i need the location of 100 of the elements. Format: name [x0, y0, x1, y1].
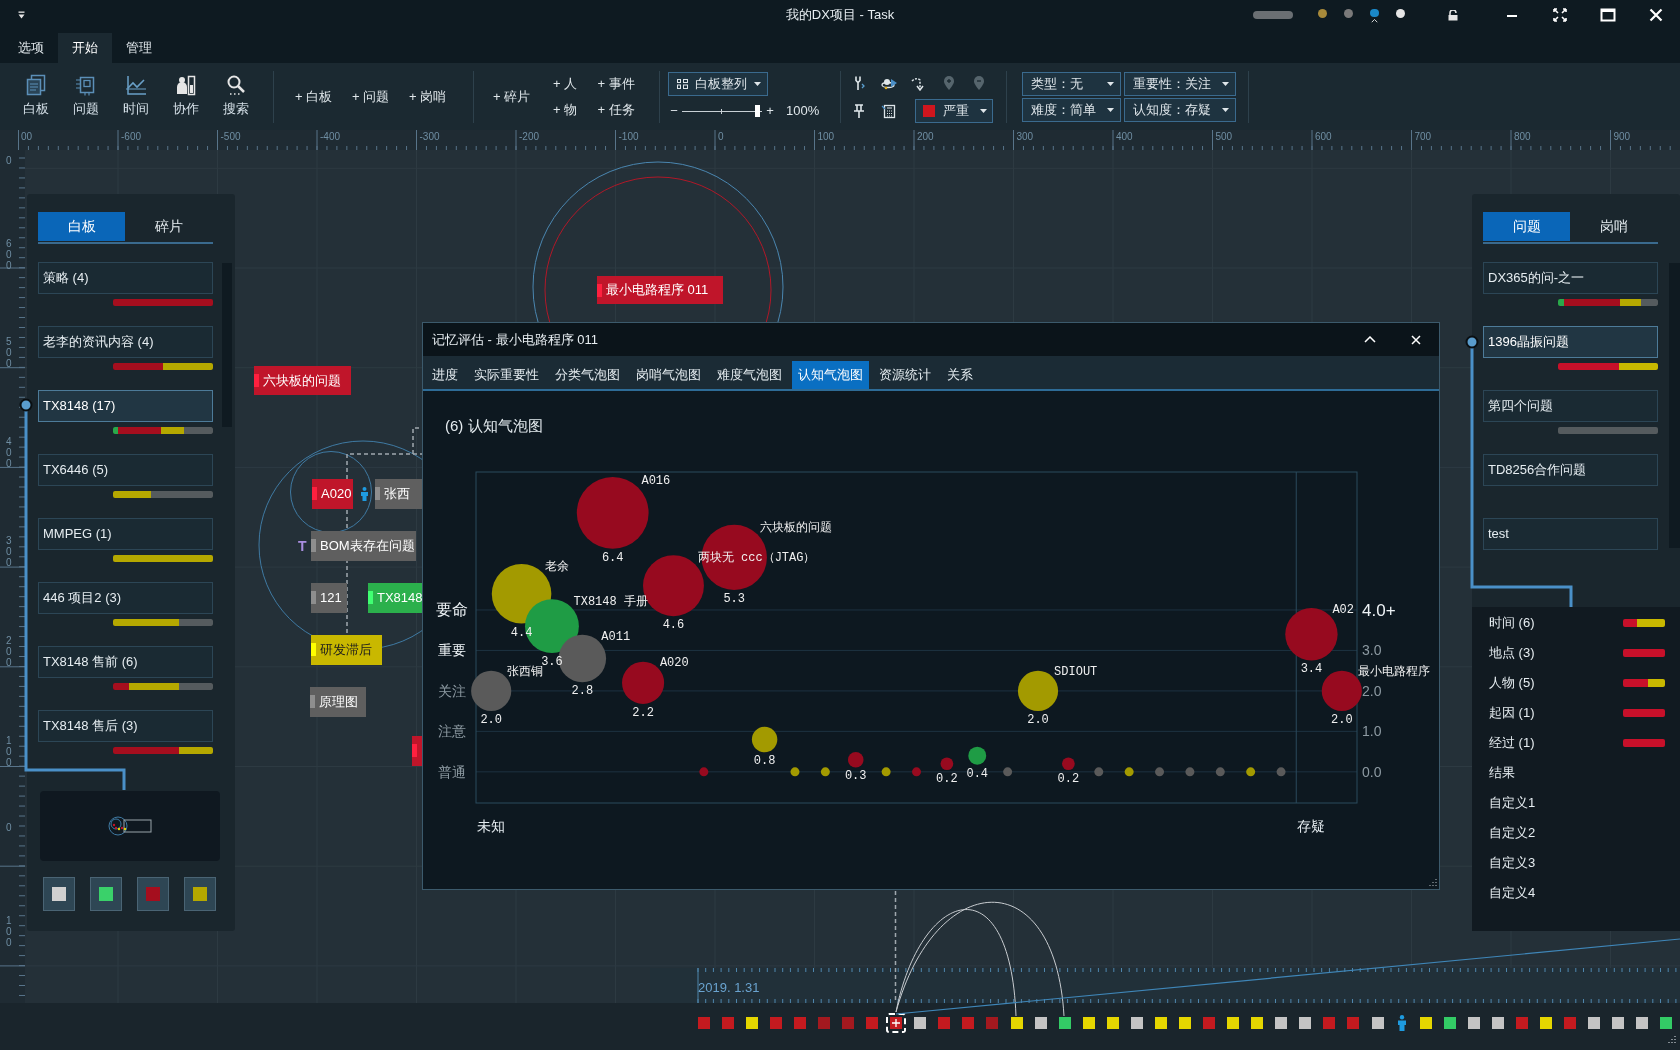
add-button[interactable]: + 人: [540, 71, 590, 96]
category-label[interactable]: 自定义2: [1489, 823, 1665, 843]
timeline-marker[interactable]: [817, 1017, 830, 1029]
fullscreen-icon[interactable]: [1552, 7, 1568, 23]
add-button[interactable]: + 白板: [285, 81, 342, 112]
timeline-marker[interactable]: [1636, 1017, 1649, 1029]
timeline-marker[interactable]: [721, 1017, 734, 1029]
zoom-slider[interactable]: [682, 105, 762, 117]
lock-icon[interactable]: [1447, 9, 1459, 21]
dropdown-icon[interactable]: [17, 10, 26, 20]
timeline-marker[interactable]: [793, 1017, 806, 1029]
list-item[interactable]: TX8148 售前 (6): [38, 646, 213, 678]
panel-tab[interactable]: 问题: [1483, 212, 1570, 241]
timeline-marker[interactable]: [1179, 1017, 1191, 1029]
list-item[interactable]: TD8256合作问题: [1483, 454, 1658, 486]
timeline-marker[interactable]: [1515, 1017, 1528, 1029]
filter-dropdown[interactable]: 类型：无: [1022, 71, 1122, 96]
color-button[interactable]: [43, 877, 75, 911]
toolbar-button[interactable]: 协作: [161, 69, 211, 124]
list-item[interactable]: 446 项目2 (3): [38, 582, 213, 614]
category-label[interactable]: 自定义3: [1489, 853, 1665, 873]
board-node[interactable]: 最小电路程序 011: [597, 276, 723, 304]
resize-grip-icon[interactable]: [1667, 1035, 1676, 1044]
filter-dropdown[interactable]: 认知度：存疑: [1124, 97, 1237, 122]
list-item[interactable]: MMPEG (1): [38, 518, 213, 550]
list-item[interactable]: DX365的问-之一: [1483, 262, 1658, 294]
toolbar-button[interactable]: 搜索: [211, 69, 261, 124]
dialog-tab[interactable]: 进度: [426, 361, 464, 389]
filter-dropdown[interactable]: 重要性：关注: [1124, 71, 1237, 96]
panel-tab[interactable]: 碎片: [125, 212, 212, 241]
timeline-marker[interactable]: [697, 1017, 710, 1029]
timeline-marker[interactable]: [1612, 1017, 1625, 1029]
timeline-marker[interactable]: [1371, 1017, 1384, 1029]
board-node[interactable]: 研发滞后: [311, 635, 382, 665]
color-button[interactable]: [137, 877, 169, 911]
list-item[interactable]: test: [1483, 518, 1658, 550]
dialog-tab[interactable]: 实际重要性: [468, 361, 545, 389]
severity-dropdown[interactable]: 严重: [915, 98, 994, 123]
person-icon[interactable]: [1396, 1015, 1407, 1031]
color-button[interactable]: [184, 877, 216, 911]
add-button[interactable]: + 任务: [590, 97, 642, 122]
timeline-marker[interactable]: [962, 1017, 975, 1029]
zoom-in-button[interactable]: +: [764, 101, 776, 121]
dialog-tab[interactable]: 关系: [941, 361, 979, 389]
toolbar-button[interactable]: 问题: [61, 69, 111, 124]
toolbar-button[interactable]: 白板: [11, 69, 61, 124]
timeline-marker[interactable]: [938, 1017, 951, 1029]
zoom-out-button[interactable]: −: [668, 101, 680, 121]
category-label[interactable]: 起因 (1): [1489, 703, 1623, 723]
list-item[interactable]: 1396晶振问题: [1483, 326, 1658, 358]
timeline-marker[interactable]: [745, 1017, 758, 1029]
timeline-marker[interactable]: [986, 1017, 999, 1029]
slider-thumb[interactable]: [754, 105, 760, 117]
timeline-marker[interactable]: [1467, 1017, 1480, 1029]
add-button[interactable]: + 岗哨: [399, 81, 456, 112]
list-item[interactable]: TX8148 (17): [38, 390, 213, 422]
timeline-marker[interactable]: [1540, 1017, 1553, 1029]
calculator-icon[interactable]: [881, 102, 898, 119]
timeline-marker[interactable]: [866, 1017, 879, 1029]
close-icon[interactable]: [1411, 334, 1421, 345]
board-node[interactable]: 121: [311, 583, 347, 613]
timeline-marker[interactable]: [1491, 1017, 1504, 1029]
category-label[interactable]: 地点 (3): [1489, 643, 1623, 663]
timeline-marker[interactable]: [1443, 1017, 1456, 1029]
dialog-tab[interactable]: 资源统计: [873, 361, 937, 389]
category-label[interactable]: 时间 (6): [1489, 613, 1623, 633]
board-node[interactable]: A020: [312, 479, 353, 509]
board-node[interactable]: [412, 736, 423, 766]
dialog-tab[interactable]: 难度气泡图: [711, 361, 788, 389]
arrange-dropdown[interactable]: 白板整列: [668, 72, 768, 96]
board-node[interactable]: 六块板的问题: [254, 366, 351, 395]
timeline-marker[interactable]: [842, 1017, 854, 1029]
menu-tab[interactable]: 选项: [4, 33, 58, 63]
list-item[interactable]: 第四个问题: [1483, 390, 1658, 422]
timeline-marker[interactable]: [1034, 1017, 1047, 1029]
maximize-icon[interactable]: [1600, 7, 1616, 23]
board-node[interactable]: 原理图: [310, 687, 366, 717]
timeline-marker[interactable]: [1419, 1017, 1432, 1029]
timeline-marker[interactable]: [1058, 1017, 1071, 1029]
timeline-marker[interactable]: [1227, 1017, 1240, 1029]
timeline-marker[interactable]: [1010, 1017, 1023, 1029]
board-node[interactable]: 张西: [375, 479, 422, 509]
drag-handle[interactable]: [1253, 11, 1293, 19]
timeline-marker[interactable]: [1588, 1017, 1601, 1029]
dialog-tab[interactable]: 认知气泡图: [792, 361, 869, 389]
timeline-marker[interactable]: [1154, 1017, 1167, 1029]
color-option[interactable]: [1370, 7, 1379, 23]
panel-tab[interactable]: 岗哨: [1570, 212, 1657, 241]
add-button[interactable]: + 问题: [342, 81, 399, 112]
filter-dropdown[interactable]: 难度：简单: [1022, 97, 1122, 122]
list-item[interactable]: TX8148 售后 (3): [38, 710, 213, 742]
timeline-marker[interactable]: [1130, 1017, 1143, 1029]
timeline-marker[interactable]: [769, 1017, 782, 1029]
timeline-marker[interactable]: [1564, 1017, 1577, 1029]
panel-tab[interactable]: 白板: [38, 212, 125, 241]
close-icon[interactable]: [1648, 7, 1664, 23]
timeline-marker[interactable]: [914, 1017, 927, 1029]
timeline-marker[interactable]: [1251, 1017, 1264, 1029]
timeline-marker[interactable]: [1323, 1017, 1336, 1029]
add-button[interactable]: + 物: [540, 97, 590, 122]
